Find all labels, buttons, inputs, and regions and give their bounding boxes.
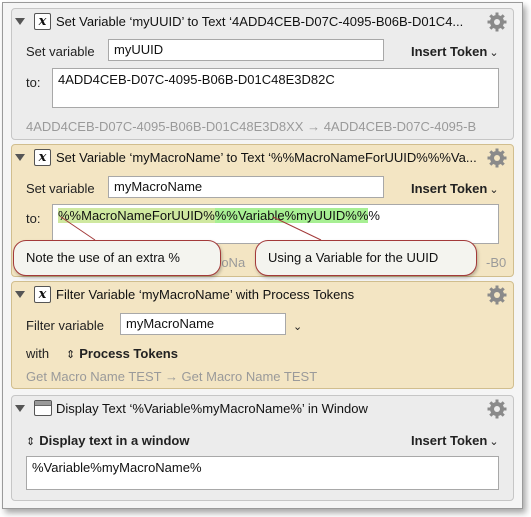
gear-icon[interactable] — [487, 148, 507, 168]
gear-icon[interactable] — [487, 399, 507, 419]
callout-extra-percent: Note the use of an extra % — [13, 240, 221, 276]
action-set-variable-myuuid[interactable]: x Set Variable ‘myUUID’ to Text ‘4ADD4CE… — [11, 8, 514, 140]
insert-token-label: Insert Token — [411, 433, 488, 448]
disclosure-triangle-icon[interactable] — [15, 154, 25, 161]
text-field[interactable]: 4ADD4CEB-D07C-4095-B06B-D01C48E3D82C — [52, 68, 499, 108]
process-tokens-popup[interactable]: ⇕ Process Tokens — [66, 346, 178, 361]
to-label: to: — [26, 211, 41, 226]
display-mode-popup[interactable]: ⇕ Display text in a window — [26, 433, 189, 448]
macro-editor: x Set Variable ‘myUUID’ to Text ‘4ADD4CE… — [2, 2, 523, 509]
action-title: Set Variable ‘myMacroName’ to Text ‘%%Ma… — [56, 150, 477, 165]
variable-menu-button[interactable]: ⌄ — [291, 318, 302, 333]
updown-chevron-icon: ⇕ — [26, 436, 36, 448]
text-value: %Variable%myMacroName% — [32, 460, 202, 475]
text-field[interactable]: %Variable%myMacroName% — [26, 456, 499, 490]
gear-icon[interactable] — [487, 285, 507, 305]
chevron-down-icon: ⌄ — [489, 436, 499, 448]
chevron-down-icon: ⌄ — [293, 321, 303, 333]
disclosure-triangle-icon[interactable] — [15, 291, 25, 298]
result-preview: 4ADD4CEB-D07C-4095-B06B-D01C48E3D8XX → 4… — [26, 119, 477, 134]
variable-name-field[interactable]: myUUID — [108, 39, 384, 61]
display-mode-label: Display text in a window — [39, 433, 190, 448]
insert-token-button[interactable]: Insert Token ⌄ — [411, 181, 499, 196]
set-variable-label: Set variable — [26, 181, 95, 196]
action-display-text[interactable]: Display Text ‘%Variable%myMacroName%’ in… — [11, 395, 514, 501]
action-title: Filter Variable ‘myMacroName’ with Proce… — [56, 287, 355, 302]
disclosure-triangle-icon[interactable] — [15, 405, 25, 412]
variable-name-field[interactable]: myMacroName — [120, 313, 286, 335]
insert-token-button[interactable]: Insert Token ⌄ — [411, 44, 499, 59]
updown-chevron-icon: ⇕ — [66, 349, 76, 361]
action-filter-variable[interactable]: x Filter Variable ‘myMacroName’ with Pro… — [11, 281, 514, 389]
callout-variable-uuid: Using a Variable for the UUID — [255, 240, 477, 276]
set-variable-label: Set variable — [26, 44, 95, 59]
text-part-variable-token: %%Variable%myUUID%% — [214, 208, 369, 223]
variable-x-icon: x — [34, 13, 51, 30]
text-part-trailing: % — [368, 208, 380, 223]
text-part-extra-percent: %%MacroNameForUUID% — [58, 208, 215, 223]
variable-x-icon: x — [34, 149, 51, 166]
variable-name-field[interactable]: myMacroName — [108, 176, 384, 198]
insert-token-label: Insert Token — [411, 181, 488, 196]
chevron-down-icon: ⌄ — [489, 47, 499, 59]
filter-variable-label: Filter variable — [26, 318, 105, 333]
to-label: to: — [26, 75, 41, 90]
text-field[interactable]: %%MacroNameForUUID%%%Variable%myUUID%%% — [52, 204, 499, 244]
action-title: Display Text ‘%Variable%myMacroName%’ in… — [56, 401, 368, 416]
disclosure-triangle-icon[interactable] — [15, 18, 25, 25]
chevron-down-icon: ⌄ — [489, 184, 499, 196]
gear-icon[interactable] — [487, 12, 507, 32]
insert-token-button[interactable]: Insert Token ⌄ — [411, 433, 499, 448]
result-fragment-left: roNa — [217, 255, 246, 270]
process-tokens-label: Process Tokens — [79, 346, 178, 361]
result-preview: Get Macro Name TEST → Get Macro Name TES… — [26, 369, 318, 384]
text-value: 4ADD4CEB-D07C-4095-B06B-D01C48E3D82C — [58, 72, 335, 87]
result-fragment-right: -B0 — [486, 255, 507, 270]
action-title: Set Variable ‘myUUID’ to Text ‘4ADD4CEB-… — [56, 14, 464, 29]
insert-token-label: Insert Token — [411, 44, 488, 59]
window-icon — [34, 400, 52, 416]
variable-x-icon: x — [34, 286, 51, 303]
with-label: with — [26, 346, 50, 361]
